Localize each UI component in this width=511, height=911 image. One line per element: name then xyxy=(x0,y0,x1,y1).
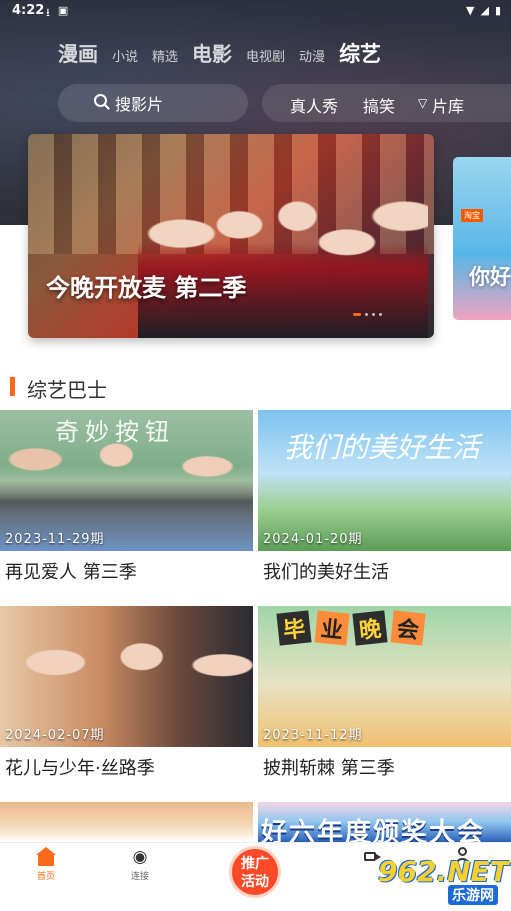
promo-line-2: 活动 xyxy=(241,874,269,890)
episode-date: 2024-01-20期 xyxy=(263,532,363,547)
category-nav: 漫画 小说 精选 电影 电视剧 动漫 综艺 xyxy=(58,38,395,68)
banner-pagination xyxy=(353,313,382,316)
show-thumbnail: 毕 业 晚 会 2023-11-12期 xyxy=(258,606,511,747)
promo-activity-button[interactable]: 推广 活动 xyxy=(229,846,281,898)
section-title: 综艺巴士 xyxy=(27,378,107,402)
show-thumbnail: 好六年度颁奖大会 xyxy=(258,802,511,842)
next-banner-tag: 淘宝 xyxy=(461,209,483,222)
filter-comedy[interactable]: 搞笑 xyxy=(363,93,395,117)
filter-reality-show[interactable]: 真人秀 xyxy=(290,93,338,117)
battery-icon: ▮ xyxy=(494,4,501,17)
tab-novels[interactable]: 小说 xyxy=(112,46,138,65)
show-title: 花儿与少年·丝路季 xyxy=(5,758,155,779)
home-icon xyxy=(35,847,57,867)
show-thumbnail: 我们的美好生活 2024-01-20期 xyxy=(258,410,511,551)
filter-bar: 真人秀 搞笑 ▽ 片库 xyxy=(262,84,511,122)
wifi-signal-icon: ▼ xyxy=(466,4,475,17)
app-notification-icon: ▣ xyxy=(57,4,69,17)
next-banner-title: 你好 xyxy=(469,265,511,289)
show-card[interactable]: 毕 业 晚 会 2023-11-12期 披荆斩棘 第三季 xyxy=(258,606,511,780)
next-banner-peek[interactable]: 淘宝 你好 xyxy=(453,157,511,320)
status-time: 4:22 xyxy=(12,3,45,18)
thumbnail-caption-blocks: 毕 业 晚 会 xyxy=(276,610,426,646)
show-card[interactable]: 我们的美好生活 2024-01-20期 我们的美好生活 xyxy=(258,410,511,584)
thumbnail-caption: 我们的美好生活 xyxy=(284,431,481,464)
caption-char: 毕 xyxy=(276,610,312,646)
caption-char: 业 xyxy=(314,610,350,646)
watermark-logo: 962.NET 乐游网 xyxy=(378,855,511,905)
notification-icons: ⭳ ▣ xyxy=(46,4,68,23)
cell-signal-icon: ◢ xyxy=(480,4,489,17)
search-bar[interactable]: 搜影片 xyxy=(58,84,248,122)
wifi-icon: ◉ xyxy=(132,847,148,867)
video-icon xyxy=(364,852,381,861)
thumbnail-caption: 奇妙按钮 xyxy=(55,418,175,446)
banner-dot xyxy=(365,313,368,316)
show-title: 披荆斩棘 第三季 xyxy=(263,758,395,779)
show-title: 我们的美好生活 xyxy=(263,562,389,583)
section-accent-bar xyxy=(10,377,15,396)
show-thumbnail: 奇妙按钮 2023-11-29期 xyxy=(0,410,253,551)
show-thumbnail: 2024-02-07期 xyxy=(0,606,253,747)
tab-featured[interactable]: 精选 xyxy=(152,46,178,65)
thumbnail-caption: 好六年度颁奖大会 xyxy=(261,818,486,842)
banner-dot-active xyxy=(353,313,361,316)
system-icons: ▼ ◢ ▮ xyxy=(466,4,501,17)
filter-library[interactable]: 片库 xyxy=(432,93,464,117)
search-icon xyxy=(94,94,107,107)
banner-dot xyxy=(372,313,375,316)
promo-line-1: 推广 xyxy=(241,856,269,872)
episode-date: 2023-11-29期 xyxy=(5,532,105,547)
tab-home-label: 首页 xyxy=(36,872,55,882)
tab-home[interactable]: 首页 xyxy=(16,847,76,882)
caption-char: 会 xyxy=(390,610,426,646)
tab-tv-series[interactable]: 电视剧 xyxy=(246,46,285,65)
featured-banner[interactable]: 今晚开放麦 第二季 xyxy=(28,134,434,338)
banner-title: 今晚开放麦 第二季 xyxy=(46,274,247,302)
tab-variety[interactable]: 综艺 xyxy=(339,38,381,68)
show-title: 再见爱人 第三季 xyxy=(5,562,137,583)
banner-image xyxy=(138,164,428,338)
show-card[interactable]: 好六年度颁奖大会 xyxy=(258,802,511,842)
show-card[interactable]: 2024-02-07期 花儿与少年·丝路季 xyxy=(0,606,253,780)
episode-date: 2024-02-07期 xyxy=(5,728,105,743)
show-card[interactable] xyxy=(0,802,253,842)
search-label: 搜影片 xyxy=(115,95,164,114)
watermark-sub: 乐游网 xyxy=(448,885,498,905)
caption-char: 晚 xyxy=(352,610,388,646)
show-card[interactable]: 奇妙按钮 2023-11-29期 再见爱人 第三季 xyxy=(0,410,253,584)
tab-connect-label: 连接 xyxy=(130,872,149,882)
tab-connect[interactable]: ◉ 连接 xyxy=(110,847,170,882)
show-thumbnail xyxy=(0,802,253,842)
download-icon: ⭳ xyxy=(46,6,50,19)
banner-dot xyxy=(379,313,382,316)
status-bar: 4:22 ⭳ ▣ ▼ ◢ ▮ xyxy=(0,0,511,22)
tab-comics[interactable]: 漫画 xyxy=(58,38,98,67)
watermark-main: 962.NET xyxy=(378,855,509,888)
tab-anime[interactable]: 动漫 xyxy=(299,46,325,65)
episode-date: 2023-11-12期 xyxy=(263,728,363,743)
tab-movies[interactable]: 电影 xyxy=(192,38,232,67)
filter-funnel-icon: ▽ xyxy=(418,96,428,110)
